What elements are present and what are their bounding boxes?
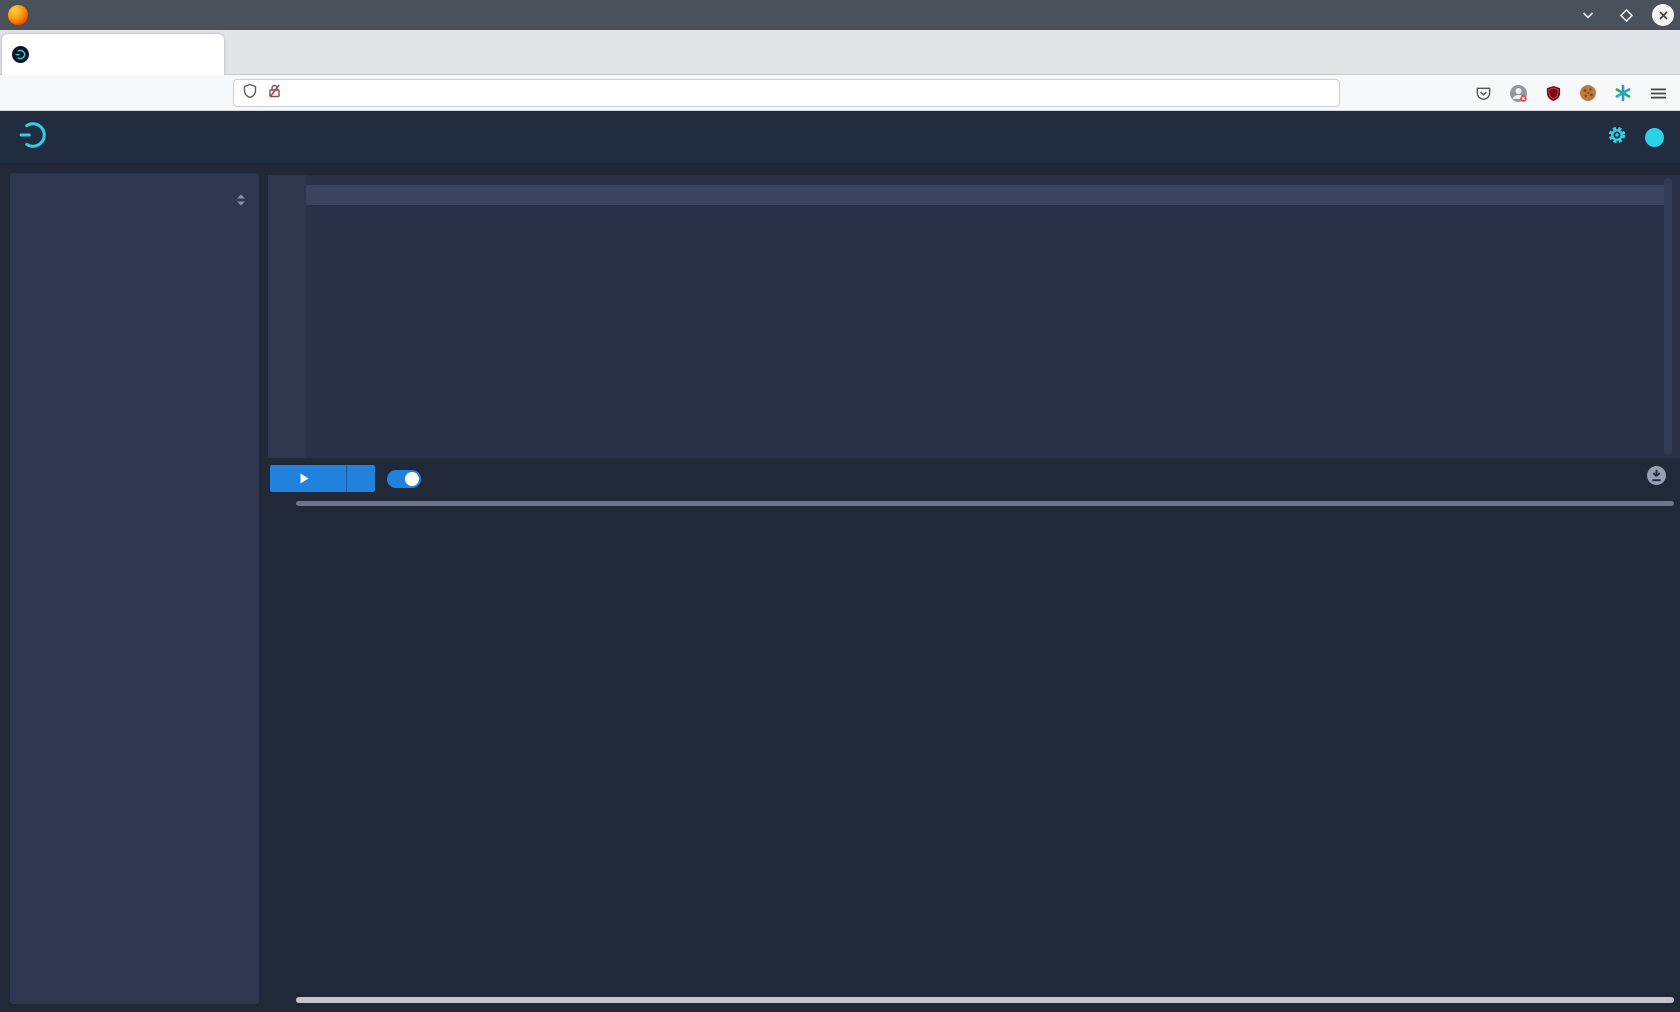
sql-editor[interactable] xyxy=(268,175,1680,458)
close-icon[interactable] xyxy=(1652,4,1674,26)
query-view xyxy=(0,163,1680,1012)
druid-favicon-icon xyxy=(12,46,29,63)
editor-gutter xyxy=(268,175,306,458)
druid-brand[interactable] xyxy=(18,111,56,163)
ublock-icon[interactable] xyxy=(1543,83,1563,103)
menu-hamburger-icon[interactable] xyxy=(1648,83,1668,103)
table-top-scrollbar[interactable] xyxy=(296,501,1674,506)
results-table xyxy=(268,509,1680,1000)
window-title xyxy=(0,0,1680,30)
asterisk-extension-icon[interactable] xyxy=(1613,83,1633,103)
active-line-highlight xyxy=(306,185,1670,205)
auto-limit-toggle[interactable] xyxy=(387,470,421,488)
druid-header xyxy=(0,111,1680,163)
help-icon[interactable] xyxy=(1645,128,1664,147)
maximize-icon[interactable] xyxy=(1614,3,1638,27)
app-window xyxy=(0,0,1680,1012)
tab-apache-druid[interactable] xyxy=(2,34,224,75)
toggle-knob xyxy=(405,472,419,486)
cookie-extension-icon[interactable] xyxy=(1578,83,1598,103)
run-button[interactable] xyxy=(270,465,346,492)
shield-icon[interactable] xyxy=(242,83,258,104)
download-icon[interactable] xyxy=(1646,465,1667,491)
editor-scrollbar[interactable] xyxy=(1664,178,1672,455)
line-number xyxy=(268,185,298,205)
gear-icon[interactable] xyxy=(1607,125,1627,150)
browser-toolbar xyxy=(0,75,1680,111)
url-bar[interactable] xyxy=(233,79,1340,107)
druid-logo-icon xyxy=(18,120,48,154)
minimize-icon[interactable] xyxy=(1576,3,1600,27)
window-titlebar xyxy=(0,0,1680,30)
sort-icon[interactable] xyxy=(235,193,247,212)
insecure-lock-icon[interactable] xyxy=(267,83,282,104)
browser-tabbar xyxy=(0,30,1680,75)
schema-panel xyxy=(10,173,259,1004)
table-bottom-scrollbar[interactable] xyxy=(296,997,1674,1003)
account-extension-icon[interactable] xyxy=(1508,83,1528,103)
pocket-icon[interactable] xyxy=(1473,83,1493,103)
run-bar xyxy=(268,456,1680,502)
run-more-button[interactable] xyxy=(346,465,375,492)
